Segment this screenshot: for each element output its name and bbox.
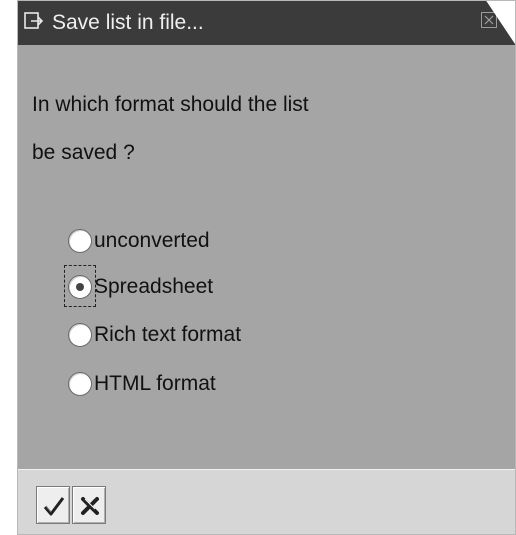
- question-text: In which format should the list be saved…: [32, 81, 452, 177]
- radio-unconverted[interactable]: [68, 229, 92, 253]
- option-label-unconverted: unconverted: [94, 229, 210, 252]
- save-list-dialog: Save list in file... In which format sho…: [17, 0, 516, 535]
- option-unconverted[interactable]: unconverted: [68, 224, 210, 258]
- question-line-2: be saved ?: [32, 141, 135, 164]
- option-rich-text[interactable]: Rich text format: [68, 318, 241, 352]
- cancel-x-icon: [81, 497, 99, 515]
- cancel-button[interactable]: [72, 486, 106, 524]
- title-bar[interactable]: Save list in file...: [18, 1, 515, 47]
- option-label-rich-text: Rich text format: [94, 323, 242, 346]
- radio-spreadsheet[interactable]: [68, 275, 92, 299]
- window-icon: [24, 11, 44, 31]
- option-label-spreadsheet: Spreadsheet: [94, 275, 214, 298]
- button-bar: [18, 469, 515, 534]
- dialog-title: Save list in file...: [52, 11, 204, 34]
- title-corner-decoration: [485, 1, 515, 47]
- checkmark-icon: [43, 497, 65, 516]
- radio-rich-text[interactable]: [68, 323, 92, 347]
- option-html[interactable]: HTML format: [68, 367, 216, 401]
- confirm-button[interactable]: [36, 486, 70, 524]
- radio-html[interactable]: [68, 372, 92, 396]
- option-label-html: HTML format: [94, 372, 216, 395]
- question-line-1: In which format should the list: [32, 93, 309, 116]
- radio-selected-dot: [76, 283, 84, 291]
- option-spreadsheet[interactable]: Spreadsheet: [68, 270, 213, 304]
